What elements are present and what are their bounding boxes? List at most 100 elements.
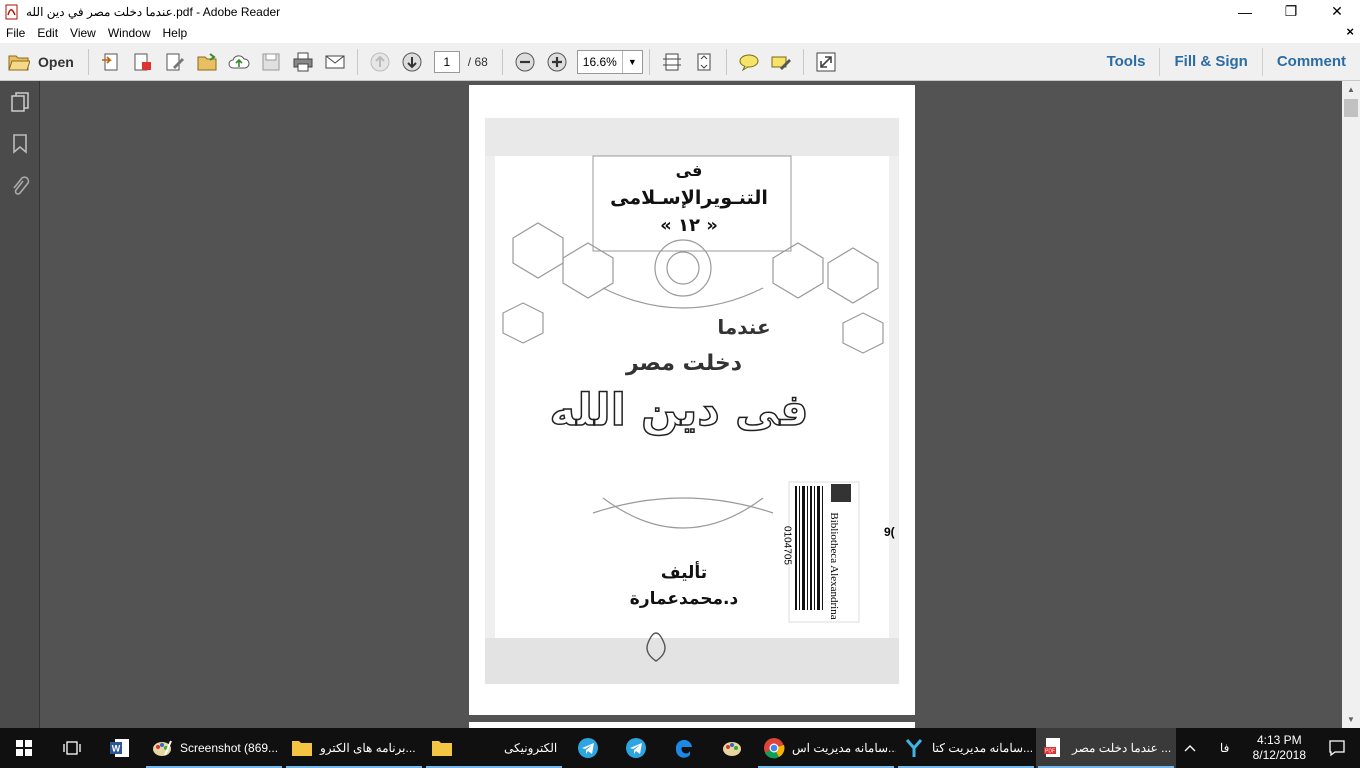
clock[interactable]: 4:13 PM 8/12/2018 — [1245, 733, 1314, 763]
menu-bar: File Edit View Window Help × — [0, 23, 1360, 43]
save-button[interactable] — [256, 47, 286, 77]
clock-time: 4:13 PM — [1256, 733, 1302, 747]
restore-button[interactable]: ❐ — [1268, 0, 1314, 23]
bookmarks-button[interactable] — [0, 123, 40, 165]
share-files-button[interactable] — [192, 47, 222, 77]
create-pdf-icon — [101, 53, 118, 70]
barcode-number: 0104705 — [781, 526, 793, 565]
start-button[interactable] — [0, 728, 48, 768]
highlight-button[interactable] — [766, 47, 796, 77]
series-line-1: فى — [675, 161, 703, 180]
windows-taskbar: W Screenshot (869... برنامه های الکترو..… — [0, 728, 1360, 768]
menu-window[interactable]: Window — [102, 26, 157, 40]
taskbar-app-label: Screenshot (869... — [180, 741, 279, 755]
close-window-button[interactable]: ✕ — [1314, 0, 1360, 23]
scroll-thumb[interactable] — [1344, 99, 1358, 117]
toolbar-separator — [648, 48, 650, 75]
document-view[interactable]: فى التنـويرالإسـلامى « ١٢ » عندما دخلت م… — [40, 81, 1342, 728]
fit-width-icon — [662, 53, 681, 70]
main-toolbar: Open 1 / 68 16.6% ▼ Tools Fill & Sign Co… — [0, 43, 1360, 81]
task-view-icon — [63, 741, 81, 755]
vertical-scrollbar[interactable]: ▲ ▼ — [1342, 81, 1360, 728]
next-page-button[interactable] — [397, 47, 427, 77]
chevron-down-icon[interactable]: ▼ — [621, 50, 642, 73]
book-title-line-3: فى دين الله — [549, 384, 809, 437]
previous-page-button[interactable] — [365, 47, 395, 77]
series-number: « ١٢ » — [660, 215, 718, 236]
print-button[interactable] — [288, 47, 318, 77]
left-navigation-pane — [0, 81, 40, 728]
edit-pdf-icon — [166, 53, 184, 70]
fit-width-button[interactable] — [657, 47, 687, 77]
fit-page-button[interactable] — [689, 47, 719, 77]
taskbar-app-chrome[interactable]: سامانه مدیریت اس... — [756, 728, 896, 768]
attachments-button[interactable] — [0, 165, 40, 207]
zoom-out-button[interactable] — [510, 47, 540, 77]
taskbar-paint[interactable] — [708, 728, 756, 768]
menu-edit[interactable]: Edit — [31, 26, 64, 40]
scroll-down-icon[interactable]: ▼ — [1342, 711, 1360, 728]
menu-help[interactable]: Help — [157, 26, 194, 40]
zoom-value: 16.6% — [582, 54, 617, 69]
plus-circle-icon — [547, 52, 567, 71]
taskbar-telegram-2[interactable] — [612, 728, 660, 768]
create-pdf-button[interactable] — [96, 47, 126, 77]
window-title: عندما دخلت مصر في دين الله.pdf - Adobe R… — [26, 4, 281, 19]
edit-pdf-button[interactable] — [160, 47, 190, 77]
chevron-up-icon — [1184, 745, 1196, 752]
scroll-up-icon[interactable]: ▲ — [1342, 81, 1360, 98]
folder-icon — [430, 736, 454, 760]
printer-icon — [293, 52, 313, 71]
paperclip-icon — [13, 176, 30, 195]
folder-open-icon — [8, 55, 30, 70]
full-screen-button[interactable] — [811, 47, 841, 77]
comment-link[interactable]: Comment — [1261, 48, 1360, 76]
taskbar-word[interactable]: W — [96, 728, 144, 768]
taskbar-app-label: الکترونیکی — [504, 741, 558, 755]
close-document-button[interactable]: × — [1346, 24, 1354, 39]
minimize-button[interactable]: — — [1222, 0, 1268, 23]
sticky-note-button[interactable] — [734, 47, 764, 77]
paint-icon — [150, 736, 174, 760]
taskbar-app-folder-1[interactable]: برنامه های الکترو... — [284, 728, 424, 768]
clock-date: 8/12/2018 — [1252, 748, 1306, 762]
system-tray: فا 4:13 PM 8/12/2018 — [1175, 728, 1360, 768]
library-stamp: Bibliotheca Alexandrina — [828, 512, 840, 620]
task-view-button[interactable] — [48, 728, 96, 768]
zoom-select[interactable]: 16.6% ▼ — [576, 49, 643, 74]
minus-circle-icon — [515, 52, 535, 71]
upload-cloud-button[interactable] — [224, 47, 254, 77]
taskbar-app-screenshot[interactable]: Screenshot (869... — [144, 728, 284, 768]
svg-text:W: W — [112, 744, 121, 754]
action-center-button[interactable] — [1314, 728, 1360, 768]
windows-logo-icon — [16, 740, 32, 756]
bookmark-icon — [13, 134, 27, 154]
export-pdf-button[interactable] — [128, 47, 158, 77]
page-thumbnails-button[interactable] — [0, 81, 40, 123]
word-icon: W — [110, 739, 129, 757]
menu-file[interactable]: File — [0, 26, 31, 40]
page-number-input[interactable]: 1 — [433, 50, 460, 73]
fill-sign-link[interactable]: Fill & Sign — [1159, 48, 1261, 76]
taskbar-app-library[interactable]: سامانه مدیریت کتا... — [896, 728, 1036, 768]
menu-view[interactable]: View — [64, 26, 102, 40]
folder-icon — [290, 736, 314, 760]
book-title-line-1: عندما — [717, 315, 771, 339]
tray-overflow-button[interactable] — [1175, 728, 1205, 768]
open-button[interactable]: Open — [0, 47, 82, 77]
toolbar-separator — [802, 48, 804, 75]
tools-link[interactable]: Tools — [1093, 48, 1160, 76]
taskbar-app-adobe-reader[interactable]: PDF عندما دخلت مصر ... — [1036, 728, 1176, 768]
page-total: / 68 — [467, 54, 488, 69]
taskbar-app-folder-2[interactable]: الکترونیکی — [424, 728, 564, 768]
taskbar-edge[interactable] — [660, 728, 708, 768]
zoom-in-button[interactable] — [542, 47, 572, 77]
taskbar-app-label: عندما دخلت مصر ... — [1072, 741, 1172, 755]
right-panel-links: Tools Fill & Sign Comment — [1093, 43, 1360, 81]
email-button[interactable] — [320, 47, 350, 77]
arrow-down-circle-icon — [402, 52, 422, 71]
pdf-app-icon — [5, 4, 18, 19]
language-indicator[interactable]: فا — [1205, 728, 1245, 768]
taskbar-telegram-1[interactable] — [564, 728, 612, 768]
speech-bubble-icon — [739, 54, 759, 71]
